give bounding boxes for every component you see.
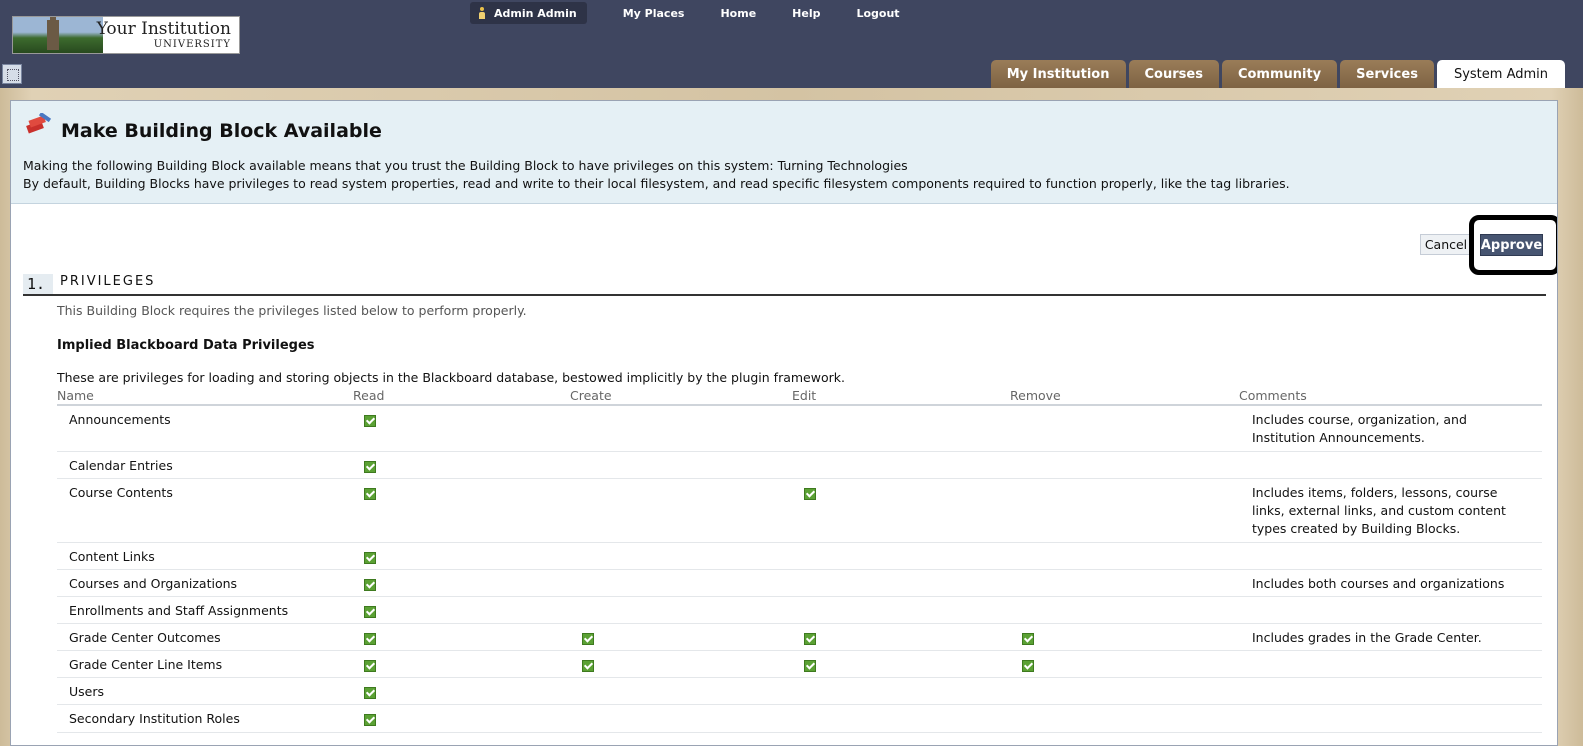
table-row: Enrollments and Staff Assignments: [57, 597, 1542, 624]
table-row: Announcements Includes course, organizati…: [57, 406, 1542, 452]
read-check-icon: [364, 415, 376, 427]
privilege-comment: Includes items, folders, lessons, course…: [1252, 485, 1506, 536]
create-check-icon: [582, 633, 594, 645]
tab-community[interactable]: Community: [1221, 60, 1338, 88]
privilege-name: Enrollments and Staff Assignments: [69, 603, 289, 618]
read-check-icon: [364, 461, 376, 473]
privilege-comment: Includes both courses and organizations: [1252, 576, 1505, 591]
column-header-edit: Edit: [792, 388, 817, 403]
page-header: Make Building Block Available Making the…: [11, 101, 1557, 204]
logo-line-1: Your Institution: [96, 19, 231, 39]
user-icon: [478, 7, 486, 19]
nav-home[interactable]: Home: [720, 7, 756, 20]
table-row: Course Contents Includes items, folders, …: [57, 479, 1542, 543]
table-row: Content Links: [57, 543, 1542, 570]
edit-check-icon: [804, 488, 816, 500]
privilege-name: Courses and Organizations: [69, 576, 238, 591]
column-header-create: Create: [570, 388, 612, 403]
section-subtitle: Implied Blackboard Data Privileges: [57, 338, 315, 353]
table-row: Calendar Entries: [57, 452, 1542, 479]
privileges-table: Name Read Create Edit Remove Comments An…: [57, 387, 1542, 733]
expand-frame-icon[interactable]: [2, 64, 22, 84]
logo-image: [13, 17, 103, 53]
privilege-name: Course Contents: [69, 485, 173, 500]
page-title: Make Building Block Available: [61, 120, 382, 142]
remove-check-icon: [1022, 633, 1034, 645]
step-instructions: This Building Block requires the privile…: [57, 303, 527, 318]
page-description-trust: Making the following Building Block avai…: [23, 158, 908, 173]
column-header-name: Name: [57, 388, 94, 403]
create-check-icon: [582, 660, 594, 672]
tab-services[interactable]: Services: [1340, 60, 1434, 88]
step-title: PRIVILEGES: [60, 274, 156, 289]
institution-logo[interactable]: Your Institution UNIVERSITY: [12, 16, 240, 54]
read-check-icon: [364, 687, 376, 699]
privilege-name: Secondary Institution Roles: [69, 711, 240, 726]
nav-my-places[interactable]: My Places: [623, 7, 685, 20]
column-header-comments: Comments: [1239, 388, 1307, 403]
page-description-default: By default, Building Blocks have privile…: [23, 176, 1290, 191]
edit-check-icon: [804, 633, 816, 645]
approve-button[interactable]: Approve: [1480, 234, 1543, 256]
column-header-read: Read: [353, 388, 385, 403]
tab-my-institution[interactable]: My Institution: [990, 60, 1126, 88]
step-divider: [23, 294, 1546, 296]
read-check-icon: [364, 579, 376, 591]
privilege-name: Announcements: [69, 412, 171, 427]
nav-logout[interactable]: Logout: [856, 7, 899, 20]
tab-courses[interactable]: Courses: [1128, 60, 1219, 88]
privilege-comment: Includes grades in the Grade Center.: [1252, 630, 1482, 645]
cancel-button[interactable]: Cancel: [1420, 234, 1472, 255]
edit-check-icon: [804, 660, 816, 672]
table-row: Courses and Organizations Includes both c…: [57, 570, 1542, 597]
remove-check-icon: [1022, 660, 1034, 672]
column-header-remove: Remove: [1010, 388, 1061, 403]
read-check-icon: [364, 714, 376, 726]
top-banner: Your Institution UNIVERSITY Admin Admin …: [0, 0, 1583, 88]
table-row: Grade Center Line Items: [57, 651, 1542, 678]
user-navigation: Admin Admin My Places Home Help Logout: [470, 2, 900, 24]
privilege-name: Content Links: [69, 549, 155, 564]
tab-system-admin[interactable]: System Admin: [1436, 60, 1565, 88]
privilege-comment: Includes course, organization, and Insti…: [1252, 412, 1467, 445]
building-block-icon: [26, 113, 52, 134]
privilege-name: Calendar Entries: [69, 458, 173, 473]
privilege-name: Grade Center Outcomes: [69, 630, 221, 645]
user-menu[interactable]: Admin Admin: [470, 2, 587, 24]
section-description: These are privileges for loading and sto…: [57, 370, 845, 385]
table-body: Announcements Includes course, organizati…: [57, 406, 1542, 733]
main-content: Make Building Block Available Making the…: [10, 100, 1558, 746]
main-tabs: My Institution Courses Community Service…: [988, 60, 1565, 88]
privilege-name: Grade Center Line Items: [69, 657, 223, 672]
privilege-name: Users: [69, 684, 105, 699]
step-number: 1.: [23, 274, 53, 294]
table-row: Grade Center Outcomes Includes grades in …: [57, 624, 1542, 651]
nav-help[interactable]: Help: [792, 7, 820, 20]
table-row: Users: [57, 678, 1542, 705]
read-check-icon: [364, 552, 376, 564]
read-check-icon: [364, 606, 376, 618]
logo-line-2: UNIVERSITY: [153, 39, 231, 50]
user-name: Admin Admin: [494, 6, 577, 20]
table-row: Secondary Institution Roles: [57, 705, 1542, 733]
table-header: Name Read Create Edit Remove Comments: [57, 387, 1542, 406]
read-check-icon: [364, 488, 376, 500]
read-check-icon: [364, 660, 376, 672]
read-check-icon: [364, 633, 376, 645]
